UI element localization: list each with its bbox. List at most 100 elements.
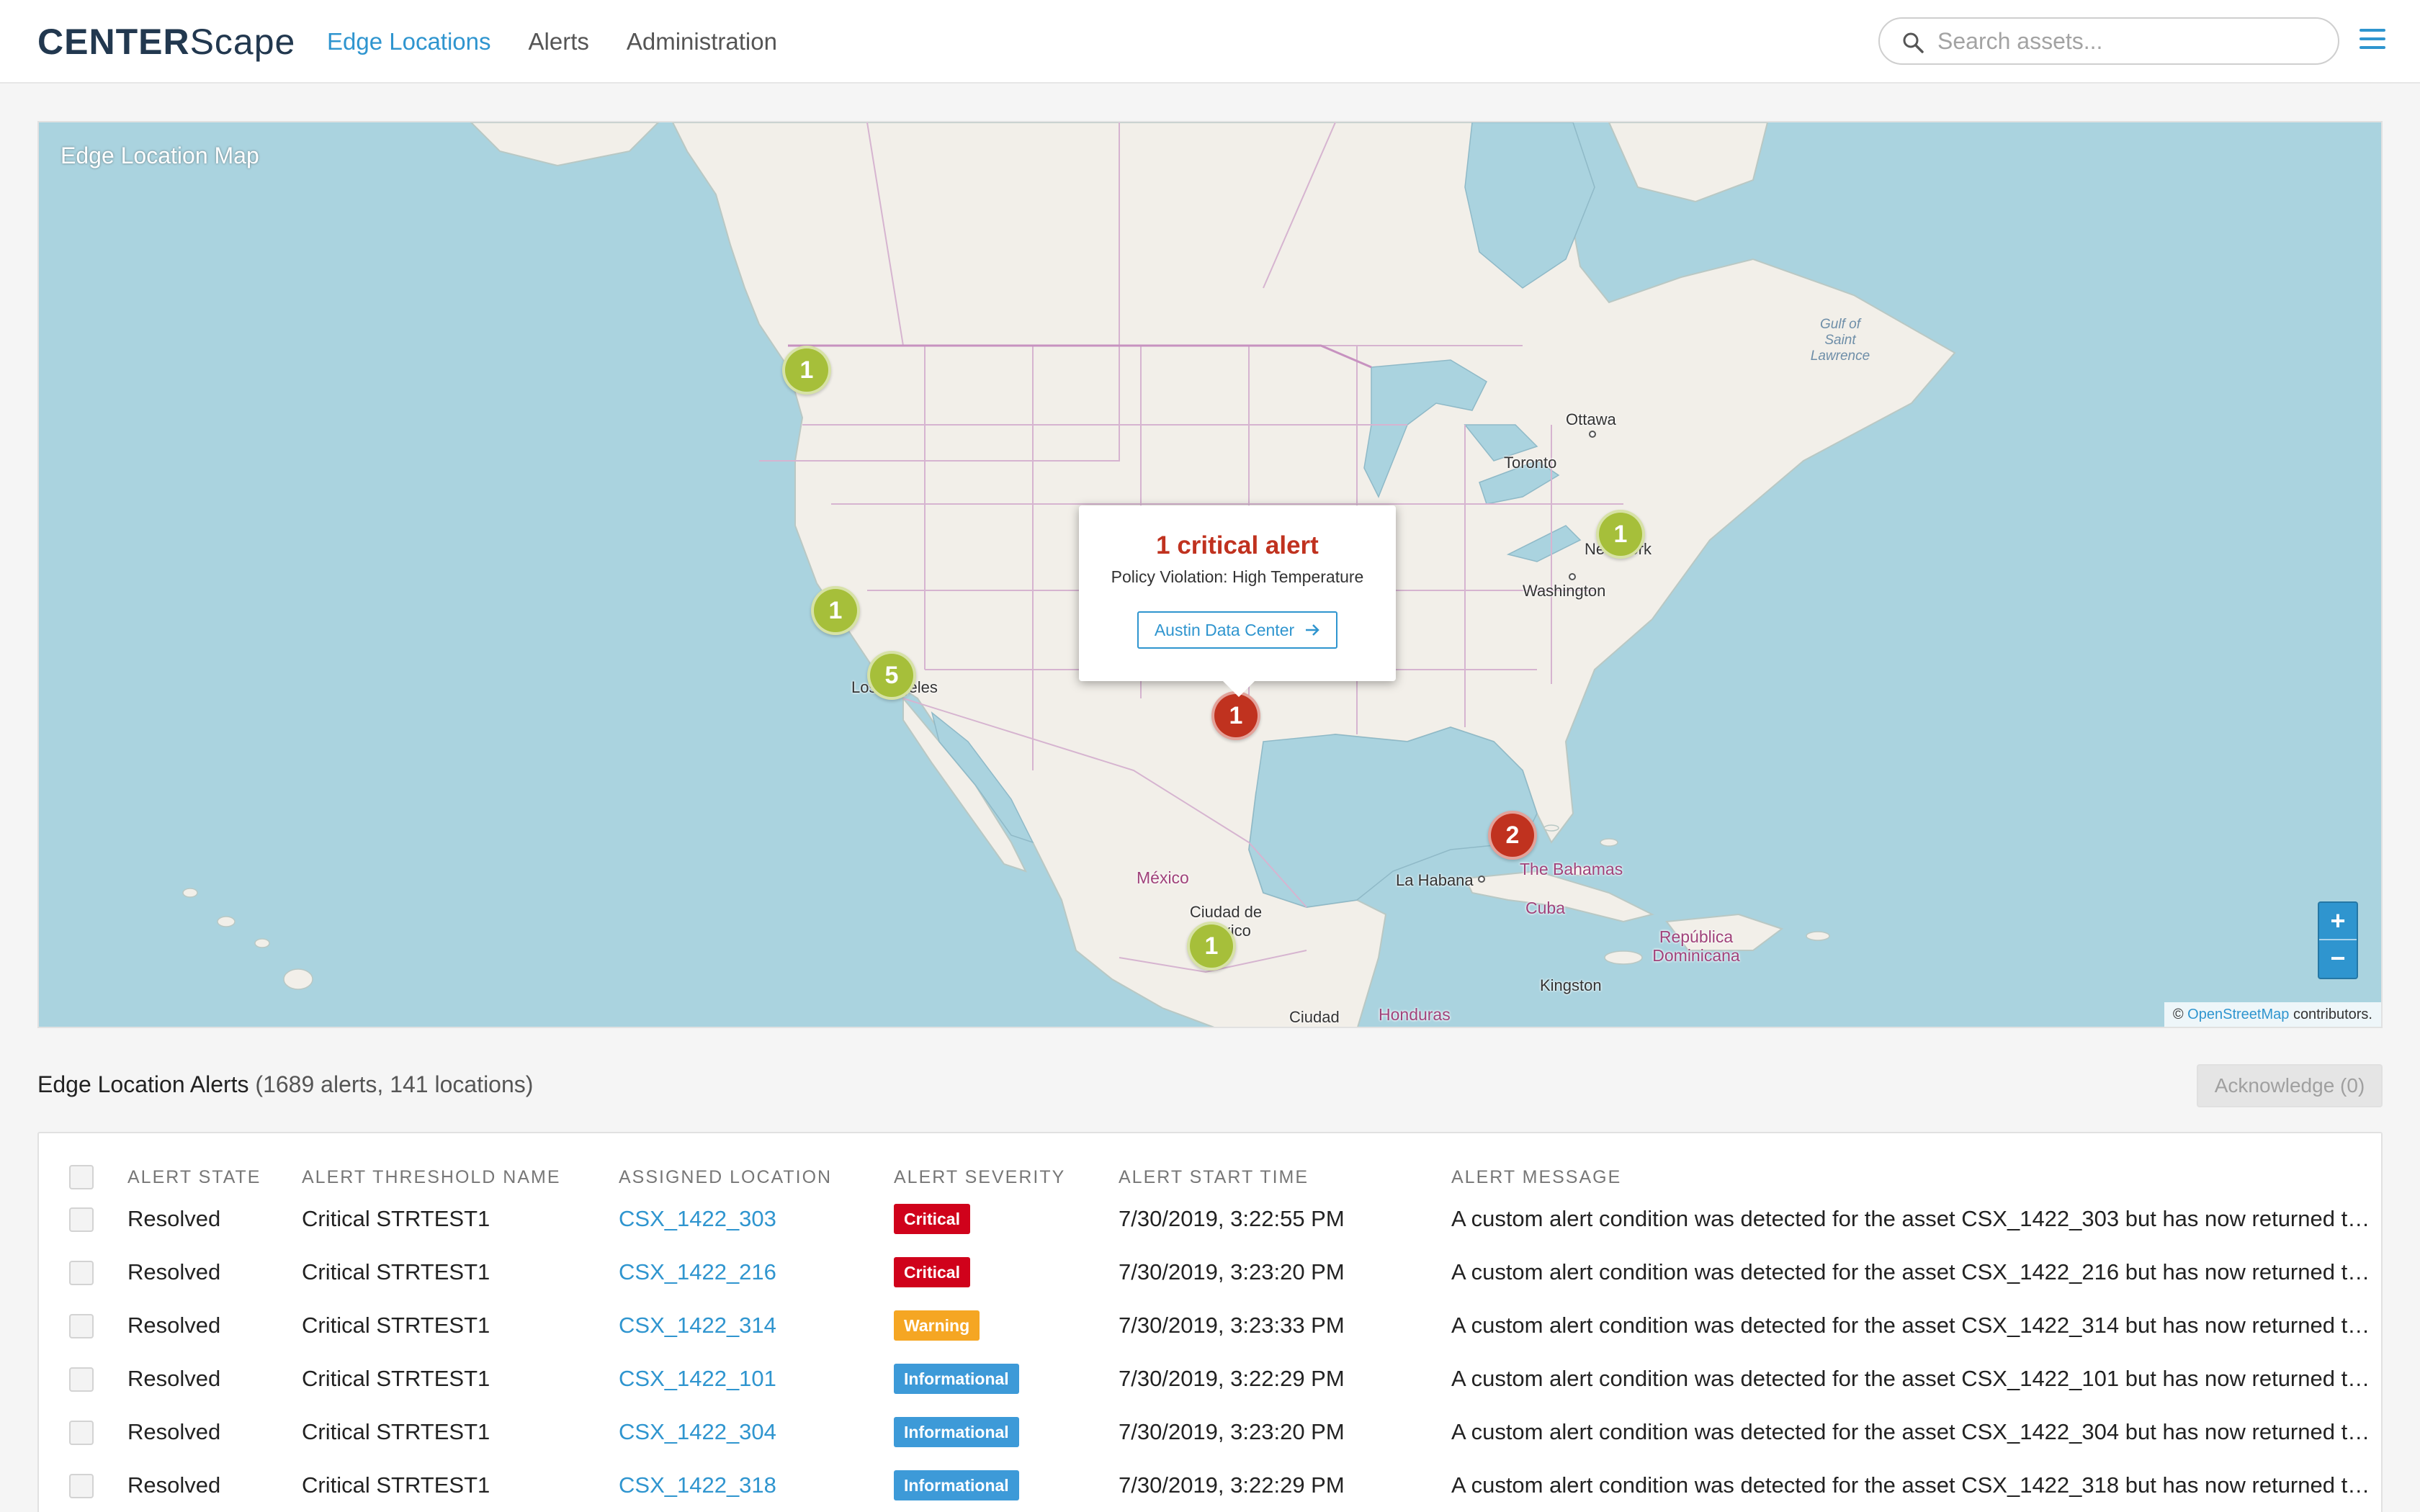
alerts-table: ALERT STATE ALERT THRESHOLD NAME ASSIGNE… <box>39 1162 2380 1512</box>
column-header-start-time[interactable]: ALERT START TIME <box>1119 1162 1451 1192</box>
map-zoom-control: + − <box>2318 901 2358 979</box>
landmass-arctic <box>1608 122 1769 203</box>
alert-state: Resolved <box>127 1472 221 1498</box>
table-header-row: ALERT STATE ALERT THRESHOLD NAME ASSIGNE… <box>39 1162 2380 1192</box>
city-dot-washington <box>1569 573 1576 580</box>
location-marker-mexico-city[interactable]: 1 <box>1187 922 1236 971</box>
alert-message: A custom alert condition was detected fo… <box>1451 1419 2380 1444</box>
alert-threshold-name: Critical STRTEST1 <box>302 1419 490 1444</box>
row-checkbox[interactable] <box>69 1207 94 1233</box>
assigned-location-link[interactable]: CSX_1422_101 <box>619 1352 894 1405</box>
place-label-washington: Washington <box>1523 582 1606 600</box>
place-label-mexico: México <box>1137 868 1189 887</box>
severity-badge: Critical <box>894 1257 970 1287</box>
alert-threshold-name: Critical STRTEST1 <box>302 1206 490 1231</box>
location-marker-los-angeles[interactable]: 5 <box>867 651 916 700</box>
popup-button-label: Austin Data Center <box>1154 620 1295 639</box>
column-header-assigned-location[interactable]: ASSIGNED LOCATION <box>619 1162 894 1192</box>
alert-message: A custom alert condition was detected fo… <box>1451 1472 2380 1498</box>
alert-threshold-name: Critical STRTEST1 <box>302 1313 490 1338</box>
acknowledge-button[interactable]: Acknowledge (0) <box>2197 1064 2383 1107</box>
logo-text-bold: CENTER <box>37 22 190 62</box>
alert-popup: 1 critical alert Policy Violation: High … <box>1079 505 1396 697</box>
alerts-table-container: ALERT STATE ALERT THRESHOLD NAME ASSIGNE… <box>37 1132 2383 1512</box>
alert-threshold-name: Critical STRTEST1 <box>302 1366 490 1391</box>
table-row[interactable]: Resolved Critical STRTEST1 CSX_1422_216 … <box>39 1246 2380 1299</box>
hamburger-menu-icon[interactable] <box>2360 29 2385 52</box>
nav-alerts[interactable]: Alerts <box>529 26 589 58</box>
zoom-in-button[interactable]: + <box>2319 903 2357 940</box>
place-label-bahamas: The Bahamas <box>1520 860 1623 878</box>
arrow-right-icon <box>1306 624 1319 636</box>
severity-badge: Informational <box>894 1364 1019 1394</box>
alert-state: Resolved <box>127 1366 221 1391</box>
table-row[interactable]: Resolved Critical STRTEST1 CSX_1422_314 … <box>39 1299 2380 1352</box>
column-header-alert-severity[interactable]: ALERT SEVERITY <box>894 1162 1119 1192</box>
alert-message: A custom alert condition was detected fo… <box>1451 1206 2380 1231</box>
row-checkbox[interactable] <box>69 1314 94 1339</box>
map-attribution: © OpenStreetMap contributors. <box>2164 1002 2381 1027</box>
location-marker-miami[interactable]: 2 <box>1488 811 1537 860</box>
alert-start-time: 7/30/2019, 3:22:29 PM <box>1119 1366 1345 1391</box>
nav-administration[interactable]: Administration <box>627 26 777 58</box>
popup-subtitle: Policy Violation: High Temperature <box>1111 567 1364 586</box>
assigned-location-link[interactable]: CSX_1422_216 <box>619 1246 894 1299</box>
zoom-out-button[interactable]: − <box>2319 940 2357 978</box>
hawaii-islands <box>182 888 313 990</box>
alert-start-time: 7/30/2019, 3:23:33 PM <box>1119 1313 1345 1338</box>
place-label-toronto: Toronto <box>1504 454 1557 472</box>
alerts-title: Edge Location Alerts <box>37 1071 249 1097</box>
alert-threshold-name: Critical STRTEST1 <box>302 1472 490 1498</box>
alerts-summary: (1689 alerts, 141 locations) <box>255 1071 534 1097</box>
edge-location-map[interactable]: Edge Location Map Ottawa Toronto New Yor… <box>37 121 2383 1028</box>
alert-threshold-name: Critical STRTEST1 <box>302 1259 490 1284</box>
nav-edge-locations[interactable]: Edge Locations <box>327 26 491 58</box>
place-label-ottawa: Ottawa <box>1566 410 1616 428</box>
table-row[interactable]: Resolved Critical STRTEST1 CSX_1422_101 … <box>39 1352 2380 1405</box>
alerts-section-title: Edge Location Alerts (1689 alerts, 141 l… <box>37 1071 533 1098</box>
column-header-alert-message[interactable]: ALERT MESSAGE <box>1451 1162 2380 1192</box>
popup-title: 1 critical alert <box>1156 531 1319 559</box>
assigned-location-link[interactable]: CSX_1422_304 <box>619 1405 894 1459</box>
severity-badge: Informational <box>894 1470 1019 1500</box>
location-marker-new-york[interactable]: 1 <box>1596 510 1645 559</box>
alert-state: Resolved <box>127 1419 221 1444</box>
row-checkbox[interactable] <box>69 1367 94 1392</box>
alert-start-time: 7/30/2019, 3:23:20 PM <box>1119 1259 1345 1284</box>
search-icon <box>1903 32 1924 53</box>
search-box <box>1878 17 2339 65</box>
assigned-location-link[interactable]: CSX_1422_318 <box>619 1459 894 1512</box>
alert-start-time: 7/30/2019, 3:23:20 PM <box>1119 1419 1345 1444</box>
alert-message: A custom alert condition was detected fo… <box>1451 1366 2380 1391</box>
select-all-checkbox[interactable] <box>69 1165 94 1189</box>
table-row[interactable]: Resolved Critical STRTEST1 CSX_1422_318 … <box>39 1459 2380 1512</box>
row-checkbox[interactable] <box>69 1474 94 1499</box>
attribution-suffix: contributors. <box>2293 1007 2372 1022</box>
column-header-alert-state[interactable]: ALERT STATE <box>127 1162 302 1192</box>
city-dot-ottawa <box>1589 431 1596 438</box>
main-nav: Edge Locations Alerts Administration <box>327 26 777 58</box>
severity-badge: Critical <box>894 1204 970 1234</box>
table-row[interactable]: Resolved Critical STRTEST1 CSX_1422_303 … <box>39 1192 2380 1246</box>
location-marker-seattle[interactable]: 1 <box>782 346 831 395</box>
alert-state: Resolved <box>127 1259 221 1284</box>
severity-badge: Warning <box>894 1310 980 1341</box>
row-checkbox[interactable] <box>69 1421 94 1446</box>
attribution-prefix: © <box>2172 1007 2184 1022</box>
alert-state: Resolved <box>127 1313 221 1338</box>
city-dot-la-habana <box>1478 876 1485 883</box>
austin-data-center-button[interactable]: Austin Data Center <box>1137 611 1338 649</box>
place-label-la-habana: La Habana <box>1396 871 1474 889</box>
table-row[interactable]: Resolved Critical STRTEST1 CSX_1422_304 … <box>39 1405 2380 1459</box>
place-label-gulf-of-saint-lawrence: Gulf of Saint Lawrence <box>1810 317 1870 364</box>
openstreetmap-link[interactable]: OpenStreetMap <box>2187 1007 2289 1022</box>
centerscape-logo[interactable]: CENTERScape <box>37 20 295 63</box>
assigned-location-link[interactable]: CSX_1422_314 <box>619 1299 894 1352</box>
row-checkbox[interactable] <box>69 1261 94 1286</box>
assigned-location-link[interactable]: CSX_1422_303 <box>619 1192 894 1246</box>
location-marker-austin[interactable]: 1 <box>1211 691 1260 740</box>
column-header-threshold-name[interactable]: ALERT THRESHOLD NAME <box>302 1162 619 1192</box>
place-label-kingston: Kingston <box>1540 976 1602 994</box>
location-marker-san-francisco[interactable]: 1 <box>811 586 860 635</box>
search-input[interactable] <box>1937 24 2326 58</box>
